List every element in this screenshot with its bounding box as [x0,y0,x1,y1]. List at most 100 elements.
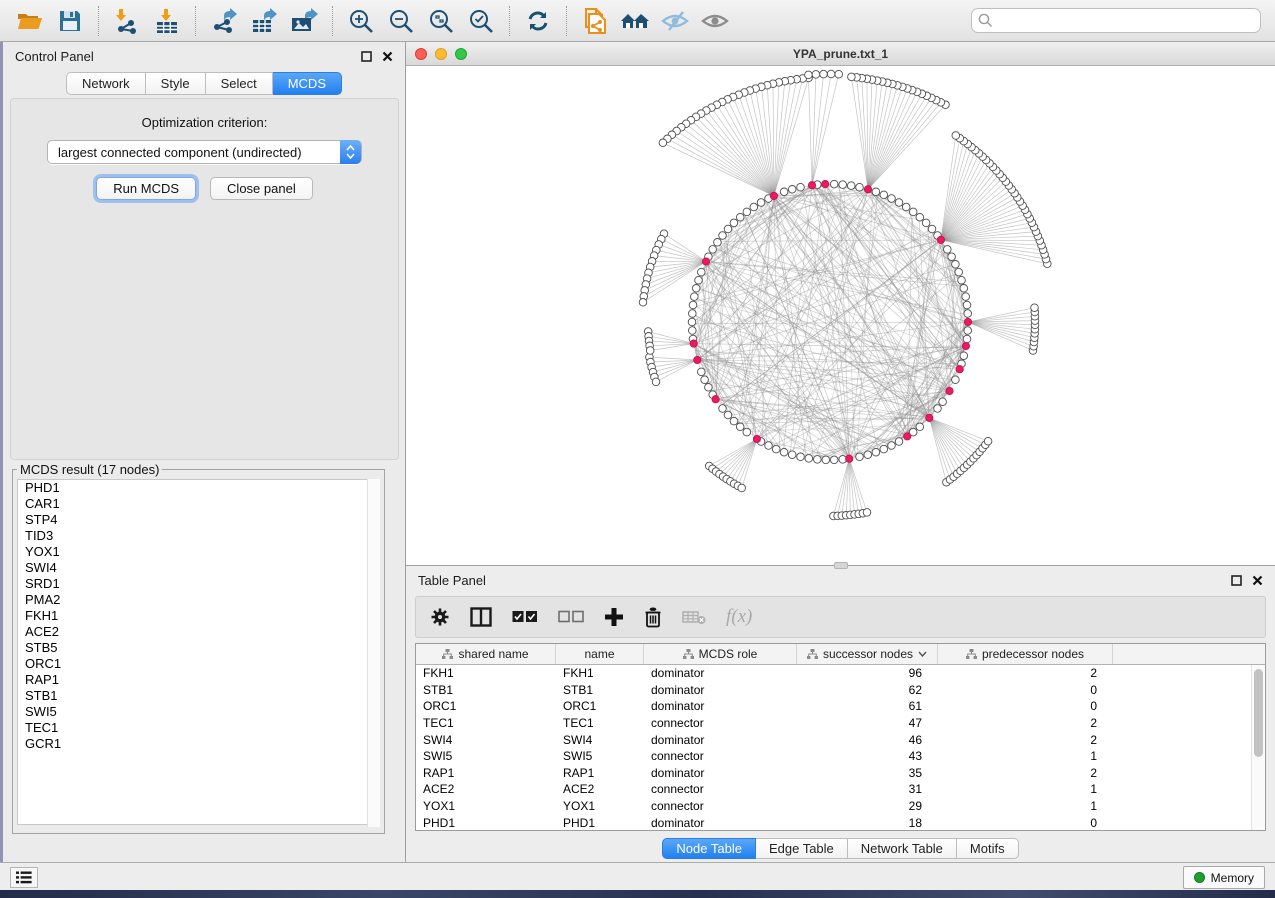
mcds-result-item[interactable]: CAR1 [18,496,379,512]
table-cell: dominator [644,683,797,697]
mcds-result-item[interactable]: STB1 [18,688,379,704]
table-cell: dominator [644,733,797,747]
network-window-titlebar[interactable]: YPA_prune.txt_1 [406,42,1275,66]
deselect-all-rows-icon[interactable] [558,610,584,624]
column-header-mcds-role[interactable]: MCDS role [644,644,797,664]
hide-selected-button[interactable] [658,5,692,37]
mcds-result-item[interactable]: ORC1 [18,656,379,672]
tab-style[interactable]: Style [146,72,206,95]
table-panel-header: Table Panel [406,566,1275,594]
mcds-result-item[interactable]: SRD1 [18,576,379,592]
search-input[interactable] [971,8,1261,33]
delete-column-trash-icon[interactable] [644,607,662,628]
tab-mcds[interactable]: MCDS [273,72,342,95]
mcds-result-item[interactable]: STB5 [18,640,379,656]
network-canvas[interactable] [406,66,1275,565]
task-history-button[interactable] [10,867,38,888]
desktop-background [0,890,1275,898]
mcds-result-item[interactable]: GCR1 [18,736,379,752]
control-panel-header: Control Panel [3,42,405,70]
table-row[interactable]: PHD1PHD1dominator180 [416,814,1265,831]
save-session-button[interactable] [53,5,87,37]
tab-network-table[interactable]: Network Table [848,838,957,859]
memory-button[interactable]: Memory [1183,866,1265,889]
table-cell: ORC1 [556,699,644,713]
tab-motifs[interactable]: Motifs [957,838,1019,859]
table-cell: TEC1 [556,716,644,730]
table-cell: 31 [797,782,938,796]
open-file-button[interactable] [13,5,47,37]
table-row[interactable]: SWI4SWI4dominator462 [416,731,1265,748]
first-neighbors-button[interactable] [618,5,652,37]
table-row[interactable]: SWI5SWI5connector431 [416,748,1265,765]
splitter-grip[interactable] [834,562,848,569]
zoom-in-button[interactable] [344,5,378,37]
run-mcds-button[interactable]: Run MCDS [96,177,196,200]
tab-edge-table[interactable]: Edge Table [756,838,848,859]
mcds-result-item[interactable]: TEC1 [18,720,379,736]
mcds-list-scrollbar[interactable] [367,479,380,827]
create-column-plus-icon[interactable] [604,607,624,627]
mcds-result-group: MCDS result (17 nodes) PHD1CAR1STP4TID3Y… [12,462,385,834]
table-row[interactable]: ORC1ORC1dominator610 [416,698,1265,715]
network-graph [406,66,1275,565]
export-network-button[interactable] [207,5,241,37]
column-header-name[interactable]: name [556,644,644,664]
table-row[interactable]: STB1STB1dominator620 [416,682,1265,699]
table-scrollbar[interactable] [1251,665,1265,830]
mcds-result-item[interactable]: FKH1 [18,608,379,624]
list-icon [16,871,32,884]
refresh-view-button[interactable] [521,5,555,37]
show-columns-icon[interactable] [470,607,492,627]
mcds-result-item[interactable]: TID3 [18,528,379,544]
criterion-dropdown[interactable]: largest connected component (undirected) [47,140,362,164]
mcds-result-item[interactable]: SWI5 [18,704,379,720]
table-scrollbar-thumb[interactable] [1254,669,1263,757]
import-network-button[interactable] [110,5,144,37]
float-panel-icon[interactable] [1231,575,1242,586]
column-header-successor-nodes[interactable]: successor nodes [797,644,938,664]
table-row[interactable]: TEC1TEC1connector472 [416,715,1265,732]
table-row[interactable]: YOX1YOX1connector291 [416,798,1265,815]
table-cell: 18 [797,816,938,830]
zoom-fit-button[interactable] [424,5,458,37]
zoom-out-button[interactable] [384,5,418,37]
toolbar-separator [509,6,510,36]
duplicate-network-button[interactable] [578,5,612,37]
tab-network[interactable]: Network [66,72,146,95]
export-image-button[interactable] [287,5,321,37]
table-cell: 0 [938,816,1113,830]
close-panel-button[interactable]: Close panel [210,177,313,200]
mcds-result-item[interactable]: SWI4 [18,560,379,576]
export-table-button[interactable] [247,5,281,37]
mcds-result-item[interactable]: RAP1 [18,672,379,688]
mcds-result-item[interactable]: ACE2 [18,624,379,640]
show-all-button[interactable] [698,5,732,37]
tab-select[interactable]: Select [206,72,273,95]
zoom-selected-button[interactable] [464,5,498,37]
delete-table-icon[interactable] [682,609,706,625]
mcds-result-item[interactable]: PHD1 [18,480,379,496]
column-header-shared-name[interactable]: shared name [416,644,556,664]
table-row[interactable]: RAP1RAP1dominator352 [416,765,1265,782]
open-folder-icon [16,9,44,33]
close-panel-icon[interactable] [1252,575,1263,586]
close-panel-icon[interactable] [382,51,393,62]
table-cell: 43 [797,749,938,763]
table-row[interactable]: FKH1FKH1dominator962 [416,665,1265,682]
mcds-result-item[interactable]: PMA2 [18,592,379,608]
table-cell: SWI4 [556,733,644,747]
export-network-icon [211,8,237,34]
table-cell: 2 [938,766,1113,780]
float-panel-icon[interactable] [361,51,372,62]
mcds-result-item[interactable]: STP4 [18,512,379,528]
mcds-result-item[interactable]: YOX1 [18,544,379,560]
function-builder-icon[interactable]: f(x) [726,606,752,628]
column-header-predecessor-nodes[interactable]: predecessor nodes [938,644,1113,664]
table-row[interactable]: ACE2ACE2connector311 [416,781,1265,798]
import-table-button[interactable] [150,5,184,37]
tab-node-table[interactable]: Node Table [662,838,756,859]
select-all-rows-icon[interactable] [512,610,538,624]
table-settings-gear-icon[interactable] [430,607,450,627]
control-panel-title: Control Panel [15,49,94,64]
